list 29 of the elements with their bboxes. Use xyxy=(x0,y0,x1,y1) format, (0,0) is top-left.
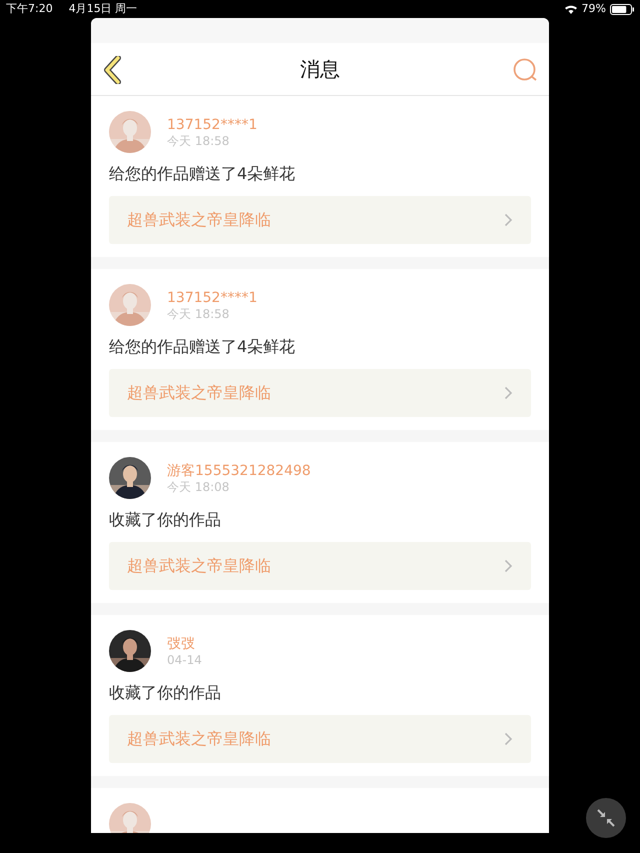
status-time: 下午7:20 xyxy=(6,0,53,17)
message-text: 给您的作品赠送了4朵鲜花 xyxy=(109,336,296,358)
message-time: 今天 18:08 xyxy=(167,480,230,494)
work-link-button[interactable]: 超兽武装之帝皇降临 xyxy=(109,715,531,763)
work-link-button[interactable]: 超兽武装之帝皇降临 xyxy=(109,369,531,417)
user-name[interactable]: 137152****1 xyxy=(167,116,258,134)
user-name[interactable]: 弢弢 xyxy=(167,635,202,653)
wifi-icon xyxy=(564,4,578,14)
work-link-button[interactable]: 超兽武装之帝皇降临 xyxy=(109,542,531,590)
work-link-button[interactable]: 超兽武装之帝皇降临 xyxy=(109,196,531,244)
user-name[interactable]: 游客1555321282498 xyxy=(167,462,311,480)
battery-icon xyxy=(610,4,634,14)
page-title: 消息 xyxy=(300,56,340,83)
message-time: 04-14 xyxy=(167,653,202,667)
message-text: 给您的作品赠送了4朵鲜花 xyxy=(109,163,296,185)
battery-percent: 79% xyxy=(582,0,606,17)
chevron-right-icon xyxy=(504,732,513,746)
back-icon[interactable] xyxy=(103,56,123,84)
message-text: 收藏了你的作品 xyxy=(109,682,222,704)
message-time: 今天 18:58 xyxy=(167,134,230,148)
message-text: 收藏了你的作品 xyxy=(109,509,222,531)
status-date: 4月15日 周一 xyxy=(68,0,138,17)
chevron-right-icon xyxy=(504,559,513,573)
message-time: 今天 18:58 xyxy=(167,307,230,321)
collapse-arrows-icon xyxy=(596,808,616,828)
minimize-button[interactable] xyxy=(586,798,626,838)
chevron-right-icon xyxy=(504,386,513,400)
chevron-right-icon xyxy=(504,213,513,227)
user-name[interactable]: 137152****1 xyxy=(167,289,258,307)
